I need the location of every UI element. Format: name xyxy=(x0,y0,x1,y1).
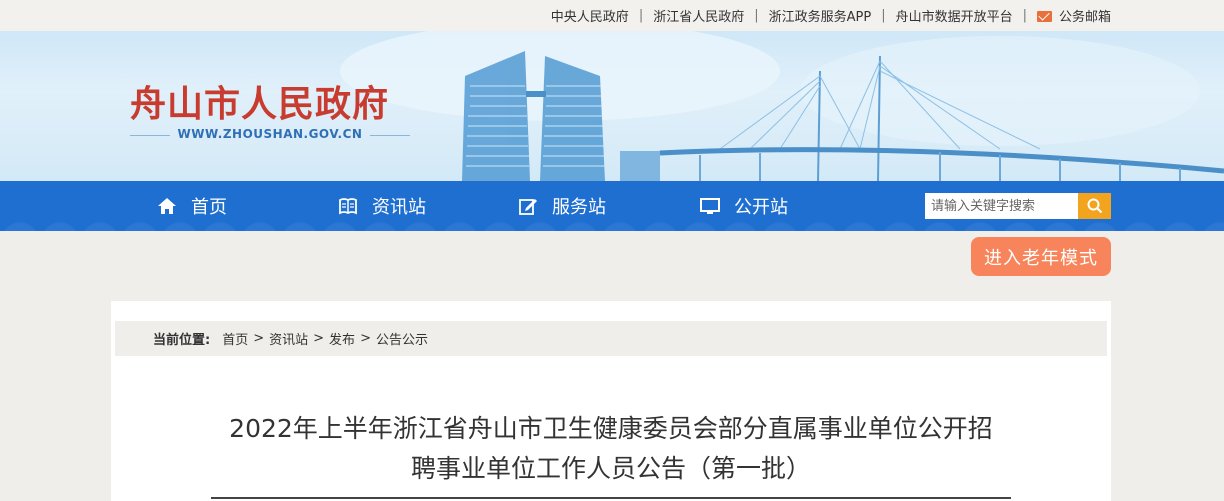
mail-icon xyxy=(1036,11,1052,22)
link-official-mail[interactable]: 公务邮箱 xyxy=(1036,6,1111,25)
divider xyxy=(211,497,1011,499)
separator: | xyxy=(754,8,759,23)
link-zhejiang-app[interactable]: 浙江政务服务APP xyxy=(769,6,872,25)
nav-item-open[interactable]: 公开站 xyxy=(700,181,788,231)
article-title-line: 2022年上半年浙江省舟山市卫生健康委员会部分直属事业单位公开招 xyxy=(229,414,993,443)
breadcrumb-announcements[interactable]: 公告公示 xyxy=(376,329,428,348)
breadcrumb-separator: > xyxy=(360,331,371,346)
breadcrumb-news[interactable]: 资讯站 xyxy=(269,329,308,348)
nav-item-label: 资讯站 xyxy=(372,197,426,218)
book-icon xyxy=(339,198,357,215)
mail-label: 公务邮箱 xyxy=(1058,10,1111,25)
nav-item-news[interactable]: 资讯站 xyxy=(338,181,426,231)
elder-mode-button[interactable]: 进入老年模式 xyxy=(971,237,1111,276)
link-zhejiang-government[interactable]: 浙江省人民政府 xyxy=(653,6,744,25)
article-title-line: 聘事业单位工作人员公告（第一批） xyxy=(410,454,811,483)
search-button[interactable] xyxy=(1078,193,1111,219)
separator: | xyxy=(881,8,886,23)
search-input[interactable] xyxy=(925,193,1079,219)
nav-item-label: 公开站 xyxy=(734,197,788,218)
breadcrumb-release[interactable]: 发布 xyxy=(329,329,355,348)
site-title: 舟山市人民政府 xyxy=(130,83,390,125)
breadcrumb-home[interactable]: 首页 xyxy=(222,329,248,348)
separator: | xyxy=(638,8,644,23)
site-url: WWW.ZHOUSHAN.GOV.CN xyxy=(130,127,410,141)
link-central-government[interactable]: 中央人民政府 xyxy=(551,6,629,25)
nav-item-label: 首页 xyxy=(191,197,227,218)
separator: | xyxy=(1022,8,1027,23)
breadcrumb-separator: > xyxy=(253,331,265,346)
breadcrumb-separator: > xyxy=(313,331,325,346)
top-utility-bar: 中央人民政府 | 浙江省人民政府 | 浙江政务服务APP | 舟山市数据开放平台… xyxy=(0,0,1224,31)
breadcrumb-label: 当前位置: xyxy=(153,333,211,348)
content-card: 当前位置: 首页 > 资讯站 > 发布 > 公告公示 2022年上半年浙江省舟山… xyxy=(111,301,1111,501)
nav-item-label: 服务站 xyxy=(552,197,606,218)
search-icon xyxy=(1087,198,1102,214)
header-banner: 舟山市人民政府 WWW.ZHOUSHAN.GOV.CN xyxy=(0,31,1224,181)
breadcrumb: 当前位置: 首页 > 资讯站 > 发布 > 公告公示 xyxy=(115,321,1107,356)
top-links: 中央人民政府 | 浙江省人民政府 | 浙江政务服务APP | 舟山市数据开放平台… xyxy=(551,0,1111,31)
link-data-platform[interactable]: 舟山市数据开放平台 xyxy=(896,6,1013,25)
edit-icon xyxy=(519,199,537,215)
monitor-icon xyxy=(700,198,720,214)
nav-item-service[interactable]: 服务站 xyxy=(518,181,606,231)
nav-item-home[interactable]: 首页 xyxy=(157,181,227,231)
article-title: 2022年上半年浙江省舟山市卫生健康委员会部分直属事业单位公开招 聘事业单位工作… xyxy=(211,409,1011,489)
home-icon xyxy=(158,198,176,214)
